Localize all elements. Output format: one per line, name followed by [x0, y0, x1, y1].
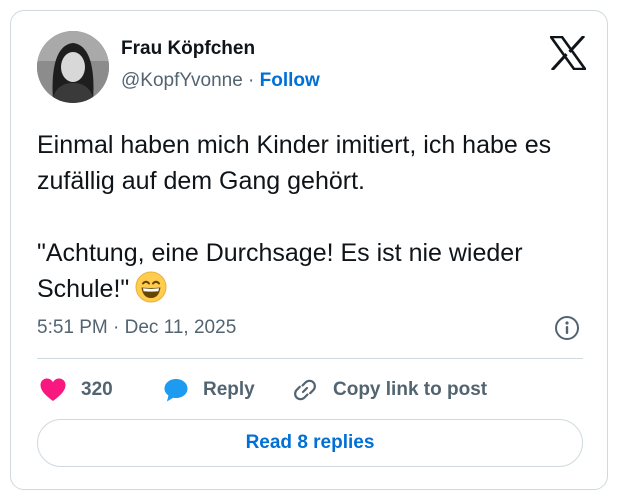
tweet-text: Einmal haben mich Kinder imitiert, ich h…: [37, 127, 587, 307]
link-icon: [294, 379, 316, 401]
heart-icon: [40, 378, 66, 401]
display-name[interactable]: Frau Köpfchen: [121, 37, 320, 61]
handle-row: @KopfYvonne · Follow: [121, 69, 320, 93]
speech-bubble-icon: [164, 379, 188, 402]
copy-link-label: Copy link to post: [333, 379, 488, 400]
author-block: Frau Köpfchen @KopfYvonne · Follow: [121, 37, 320, 93]
tweet-paragraph: "Achtung, eine Durchsage! Es ist nie wie…: [37, 235, 587, 307]
separator: ·: [248, 70, 255, 91]
x-logo-icon[interactable]: [548, 34, 588, 72]
tweet-card: Frau Köpfchen @KopfYvonne · Follow Einma…: [10, 10, 608, 490]
divider: [37, 358, 583, 359]
like-button[interactable]: 320: [39, 375, 113, 405]
handle[interactable]: @KopfYvonne: [121, 70, 243, 91]
tweet-paragraph-text: "Achtung, eine Durchsage! Es ist nie wie…: [37, 239, 523, 303]
like-count: 320: [81, 379, 113, 400]
tweet-paragraph: Einmal haben mich Kinder imitiert, ich h…: [37, 131, 552, 195]
reply-label: Reply: [203, 379, 255, 400]
timestamp[interactable]: 5:51 PM · Dec 11, 2025: [37, 316, 236, 340]
read-replies-button[interactable]: Read 8 replies: [37, 419, 583, 467]
reply-button[interactable]: Reply: [163, 375, 255, 405]
info-icon[interactable]: [554, 315, 580, 341]
grinning-face-emoji-icon: [135, 271, 167, 303]
follow-button[interactable]: Follow: [260, 70, 320, 91]
copy-link-button[interactable]: Copy link to post: [291, 375, 487, 405]
avatar[interactable]: [37, 31, 109, 103]
